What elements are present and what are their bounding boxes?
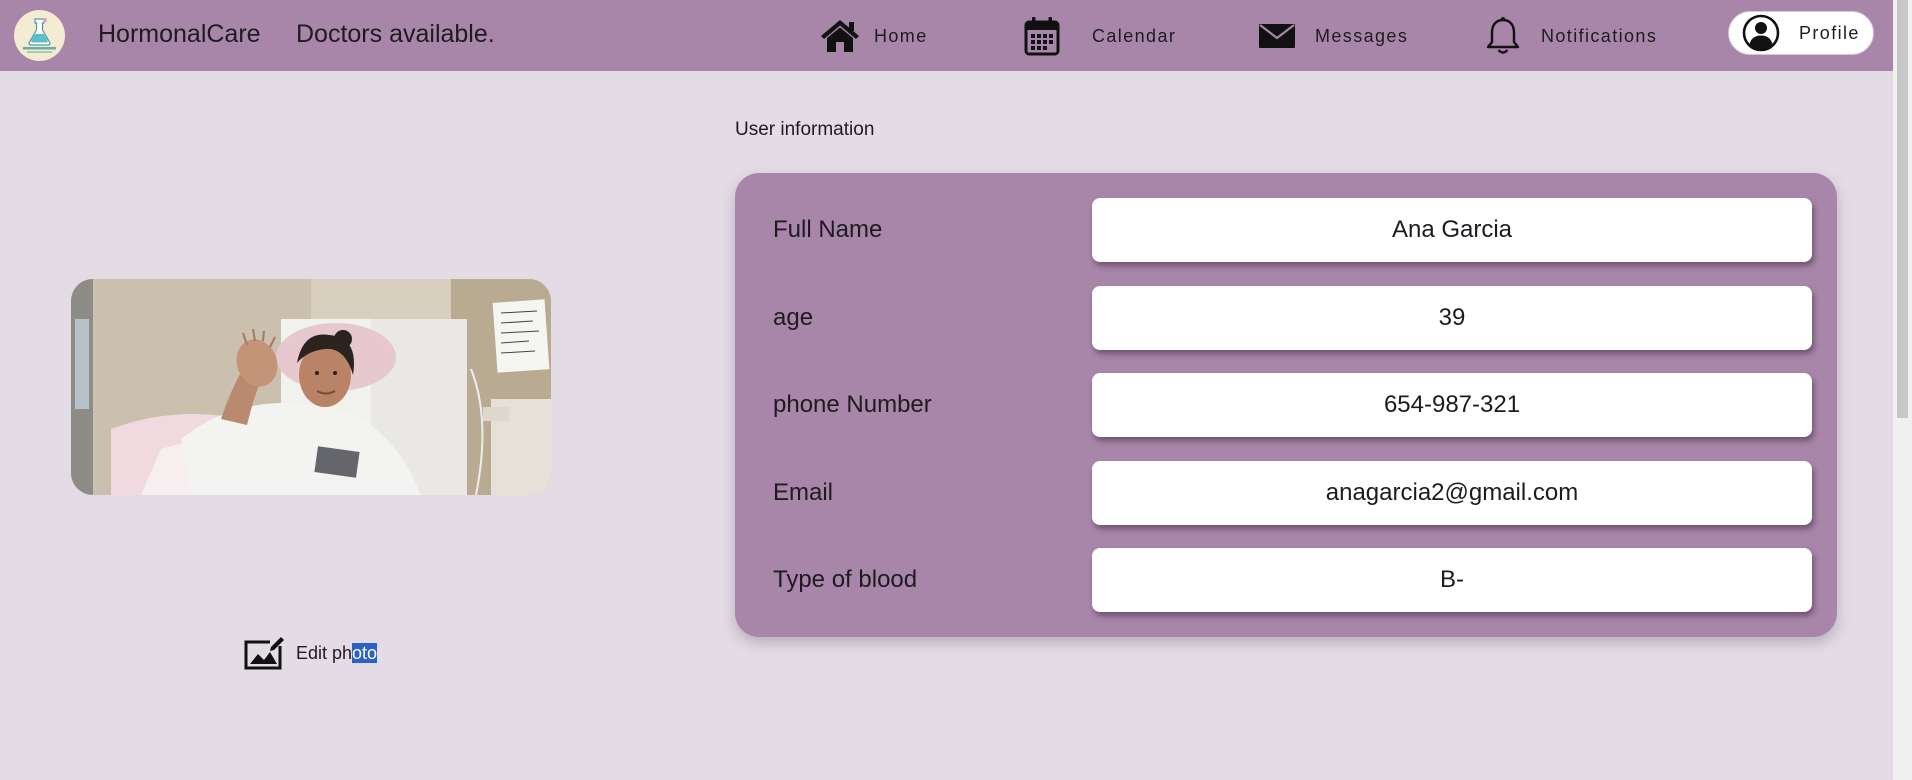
user-info-card: Full Name Ana Garcia age 39 phone Number… bbox=[735, 173, 1837, 637]
nav-messages[interactable]: Messages bbox=[1255, 13, 1408, 59]
edit-image-icon bbox=[244, 635, 284, 671]
age-field[interactable]: 39 bbox=[1092, 286, 1812, 350]
user-circle-icon bbox=[1741, 13, 1781, 53]
scrollbar-thumb[interactable] bbox=[1897, 0, 1908, 418]
blood-type-label: Type of blood bbox=[773, 566, 918, 593]
nav-calendar-label: Calendar bbox=[1092, 25, 1177, 46]
email-label: Email bbox=[773, 479, 834, 506]
edit-photo-label-start: Edit ph bbox=[296, 642, 353, 663]
edit-photo-label-selected: oto bbox=[352, 642, 378, 663]
email-field[interactable]: anagarcia2@gmail.com bbox=[1092, 461, 1812, 525]
app-tagline: Doctors available. bbox=[296, 20, 495, 48]
field-row-email: Email anagarcia2@gmail.com bbox=[735, 461, 1837, 525]
mail-icon bbox=[1255, 14, 1299, 58]
nav-home[interactable]: Home bbox=[818, 13, 928, 59]
page-scrollbar[interactable] bbox=[1893, 0, 1912, 780]
calendar-icon bbox=[1020, 14, 1064, 58]
app-logo[interactable] bbox=[14, 10, 65, 61]
phone-number-field[interactable]: 654-987-321 bbox=[1092, 373, 1812, 437]
edit-photo-label: Edit photo bbox=[296, 642, 378, 664]
nav-notifications-label: Notifications bbox=[1541, 25, 1658, 46]
home-icon bbox=[818, 14, 862, 58]
patient-photo-image bbox=[71, 279, 551, 495]
full-name-field[interactable]: Ana Garcia bbox=[1092, 198, 1812, 262]
field-row-age: age 39 bbox=[735, 286, 1837, 350]
blood-type-field[interactable]: B- bbox=[1092, 548, 1812, 612]
profile-button[interactable]: Profile bbox=[1728, 11, 1874, 55]
edit-photo-button[interactable]: Edit photo bbox=[244, 635, 378, 671]
age-label: age bbox=[773, 304, 814, 331]
phone-number-label: phone Number bbox=[773, 391, 932, 418]
nav-home-label: Home bbox=[874, 25, 928, 46]
field-row-phone: phone Number 654-987-321 bbox=[735, 373, 1837, 437]
profile-photo bbox=[71, 279, 551, 495]
field-row-blood-type: Type of blood B- bbox=[735, 548, 1837, 612]
bell-icon bbox=[1481, 14, 1525, 58]
full-name-label: Full Name bbox=[773, 216, 883, 243]
nav-notifications[interactable]: Notifications bbox=[1481, 13, 1657, 59]
flask-logo-icon bbox=[14, 10, 65, 61]
profile-label: Profile bbox=[1799, 22, 1860, 43]
app-brand-name[interactable]: HormonalCare bbox=[98, 20, 261, 49]
top-navigation-bar: HormonalCare Doctors available. Home Cal… bbox=[0, 0, 1893, 71]
nav-calendar[interactable]: Calendar bbox=[1020, 13, 1176, 59]
nav-messages-label: Messages bbox=[1315, 25, 1409, 46]
field-row-full-name: Full Name Ana Garcia bbox=[735, 198, 1837, 262]
user-info-title: User information bbox=[735, 119, 875, 140]
